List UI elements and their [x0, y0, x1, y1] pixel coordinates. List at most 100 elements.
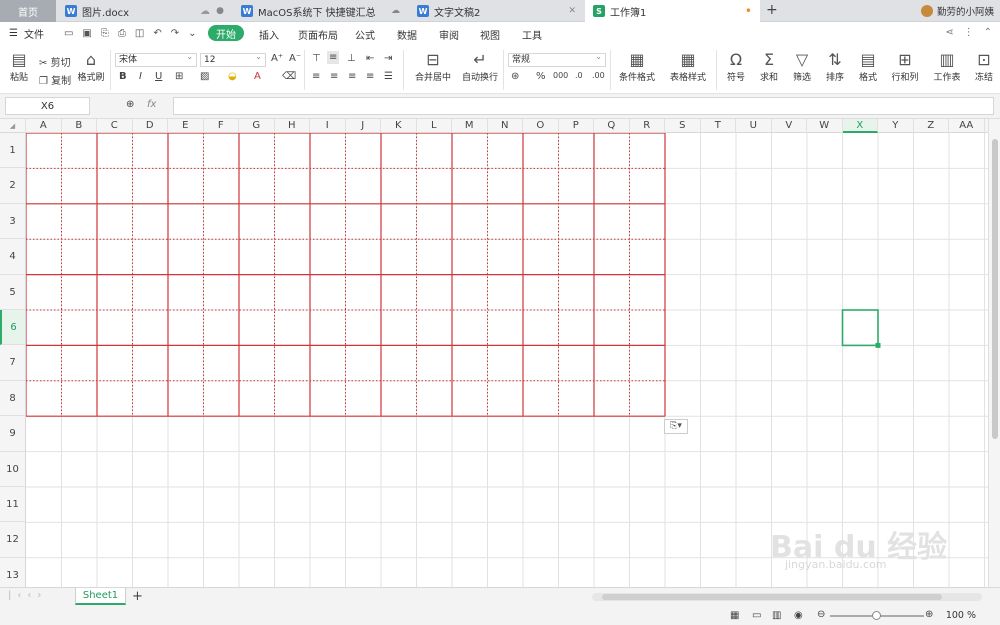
row-header-1[interactable]: 1 [0, 133, 25, 169]
symbol-button[interactable]: Ω 符号 [723, 50, 749, 83]
column-header-J[interactable]: J [346, 119, 381, 133]
column-header-Q[interactable]: Q [594, 119, 630, 133]
distribute-icon[interactable]: ☰ [384, 71, 393, 82]
export-icon[interactable]: ⎘ [101, 28, 109, 39]
column-header-X[interactable]: X [842, 119, 878, 133]
share-icon[interactable]: ⋖ [945, 27, 953, 38]
menu-formula[interactable]: 公式 [355, 27, 375, 42]
worksheet-button[interactable]: ▥ 工作表 [930, 50, 964, 83]
currency-icon[interactable]: ⊛ [511, 71, 519, 82]
tab-home[interactable]: 首页 [0, 0, 56, 22]
number-format-select[interactable]: 常规 [508, 51, 606, 67]
underline-icon[interactable]: U [155, 71, 162, 82]
reading-mode-icon[interactable]: ◉ [794, 610, 803, 621]
conditional-format-button[interactable]: ▦ 条件格式 [616, 50, 658, 83]
row-header-11[interactable]: 11 [0, 487, 25, 523]
font-shrink-icon[interactable]: A⁻ [289, 53, 301, 64]
sheet-tab-sheet1[interactable]: Sheet1 [75, 588, 126, 605]
tab-doc-macos[interactable]: W MacOS系统下 快捷键汇总 ☁ [233, 0, 408, 22]
zoom-slider[interactable] [830, 611, 924, 620]
collapse-icon[interactable]: ⌃ [984, 27, 992, 38]
column-header-C[interactable]: C [97, 119, 133, 133]
row-header-10[interactable]: 10 [0, 452, 25, 487]
preview-icon[interactable]: ◫ [135, 28, 144, 39]
row-header-8[interactable]: 8 [0, 381, 25, 417]
indent-decrease-icon[interactable]: ⇤ [366, 53, 374, 64]
align-center-icon[interactable]: ≡ [330, 71, 338, 82]
menu-insert[interactable]: 插入 [259, 27, 279, 42]
select-all-corner[interactable]: ◢ [0, 119, 26, 133]
border-icon[interactable]: ⊞ [175, 71, 183, 82]
column-header-W[interactable]: W [807, 119, 843, 133]
column-header-H[interactable]: H [275, 119, 310, 133]
zoom-knob[interactable] [872, 611, 881, 620]
column-header-R[interactable]: R [630, 119, 665, 133]
page-layout-view-icon[interactable]: ▭ [752, 610, 761, 621]
column-header-S[interactable]: S [665, 119, 701, 133]
column-header-AA[interactable]: AA [949, 119, 985, 133]
sheet-nav-arrows[interactable]: |‹‹› [8, 590, 47, 601]
add-sheet-button[interactable]: + [132, 589, 143, 604]
row-header-4[interactable]: 4 [0, 239, 25, 275]
column-header-Z[interactable]: Z [914, 119, 949, 133]
undo-icon[interactable]: ↶ [153, 28, 161, 39]
thousands-icon[interactable]: 000 [553, 71, 568, 80]
print-icon[interactable]: ⎙ [118, 28, 126, 39]
name-box[interactable]: X6 [5, 97, 90, 115]
table-style-button[interactable]: ▦ 表格样式 [667, 50, 709, 83]
more-icon[interactable]: ⋮ [964, 27, 974, 38]
clear-icon[interactable]: ⌫ [282, 71, 296, 82]
scroll-thumb[interactable] [602, 594, 942, 600]
column-header-P[interactable]: P [559, 119, 594, 133]
menu-review[interactable]: 审阅 [439, 27, 459, 42]
menu-page-layout[interactable]: 页面布局 [298, 27, 338, 42]
zoom-out-icon[interactable]: ⊖ [817, 609, 825, 620]
align-middle-icon[interactable]: ≡ [327, 51, 340, 64]
horizontal-scrollbar[interactable] [592, 593, 982, 601]
user-account[interactable]: 勤劳的小阿姨 [920, 4, 994, 18]
zoom-search-icon[interactable]: ⊕ [126, 99, 134, 110]
column-header-K[interactable]: K [381, 119, 417, 133]
freeze-button[interactable]: ⊡ 冻结 [970, 50, 998, 83]
row-header-9[interactable]: 9 [0, 416, 25, 452]
percent-icon[interactable]: % [536, 71, 546, 82]
menu-tools[interactable]: 工具 [522, 27, 542, 42]
row-header-12[interactable]: 12 [0, 522, 25, 558]
row-header-5[interactable]: 5 [0, 275, 25, 310]
normal-view-icon[interactable]: ▦ [730, 610, 739, 621]
formula-input[interactable] [173, 97, 994, 115]
column-header-M[interactable]: M [452, 119, 488, 133]
scroll-thumb[interactable] [992, 139, 998, 439]
column-header-N[interactable]: N [488, 119, 523, 133]
column-header-D[interactable]: D [133, 119, 168, 133]
column-header-U[interactable]: U [736, 119, 772, 133]
spreadsheet-grid[interactable] [26, 133, 990, 587]
close-icon[interactable]: ✕ [568, 6, 576, 16]
vertical-scrollbar[interactable] [988, 119, 1000, 587]
fx-icon[interactable]: fx [147, 99, 156, 110]
column-header-I[interactable]: I [310, 119, 346, 133]
cut-button[interactable]: ✂ 剪切 [39, 54, 71, 69]
active-cell[interactable] [841, 309, 879, 347]
new-tab-button[interactable]: + [766, 2, 778, 18]
column-header-G[interactable]: G [239, 119, 275, 133]
column-header-B[interactable]: B [62, 119, 97, 133]
format-button[interactable]: ▤ 格式 [855, 50, 881, 83]
column-header-E[interactable]: E [168, 119, 204, 133]
rows-cols-button[interactable]: ⊞ 行和列 [888, 50, 922, 83]
fill-color-icon[interactable]: ◒ [228, 71, 237, 82]
row-header-6[interactable]: 6 [0, 310, 25, 346]
zoom-in-icon[interactable]: ⊕ [925, 609, 933, 620]
font-grow-icon[interactable]: A⁺ [271, 53, 283, 64]
paste-button[interactable]: ▤ 粘贴 [6, 50, 32, 83]
column-header-A[interactable]: A [26, 119, 62, 133]
justify-icon[interactable]: ≡ [366, 71, 374, 82]
page-break-view-icon[interactable]: ▥ [772, 610, 781, 621]
fill-handle[interactable] [875, 342, 881, 348]
align-right-icon[interactable]: ≡ [348, 71, 356, 82]
column-header-O[interactable]: O [523, 119, 559, 133]
close-icon[interactable]: ● [216, 6, 224, 16]
save-icon[interactable]: ▣ [82, 28, 91, 39]
file-menu[interactable]: ☰ 文件 [9, 26, 44, 41]
filter-button[interactable]: ▽ 筛选 [789, 50, 815, 83]
